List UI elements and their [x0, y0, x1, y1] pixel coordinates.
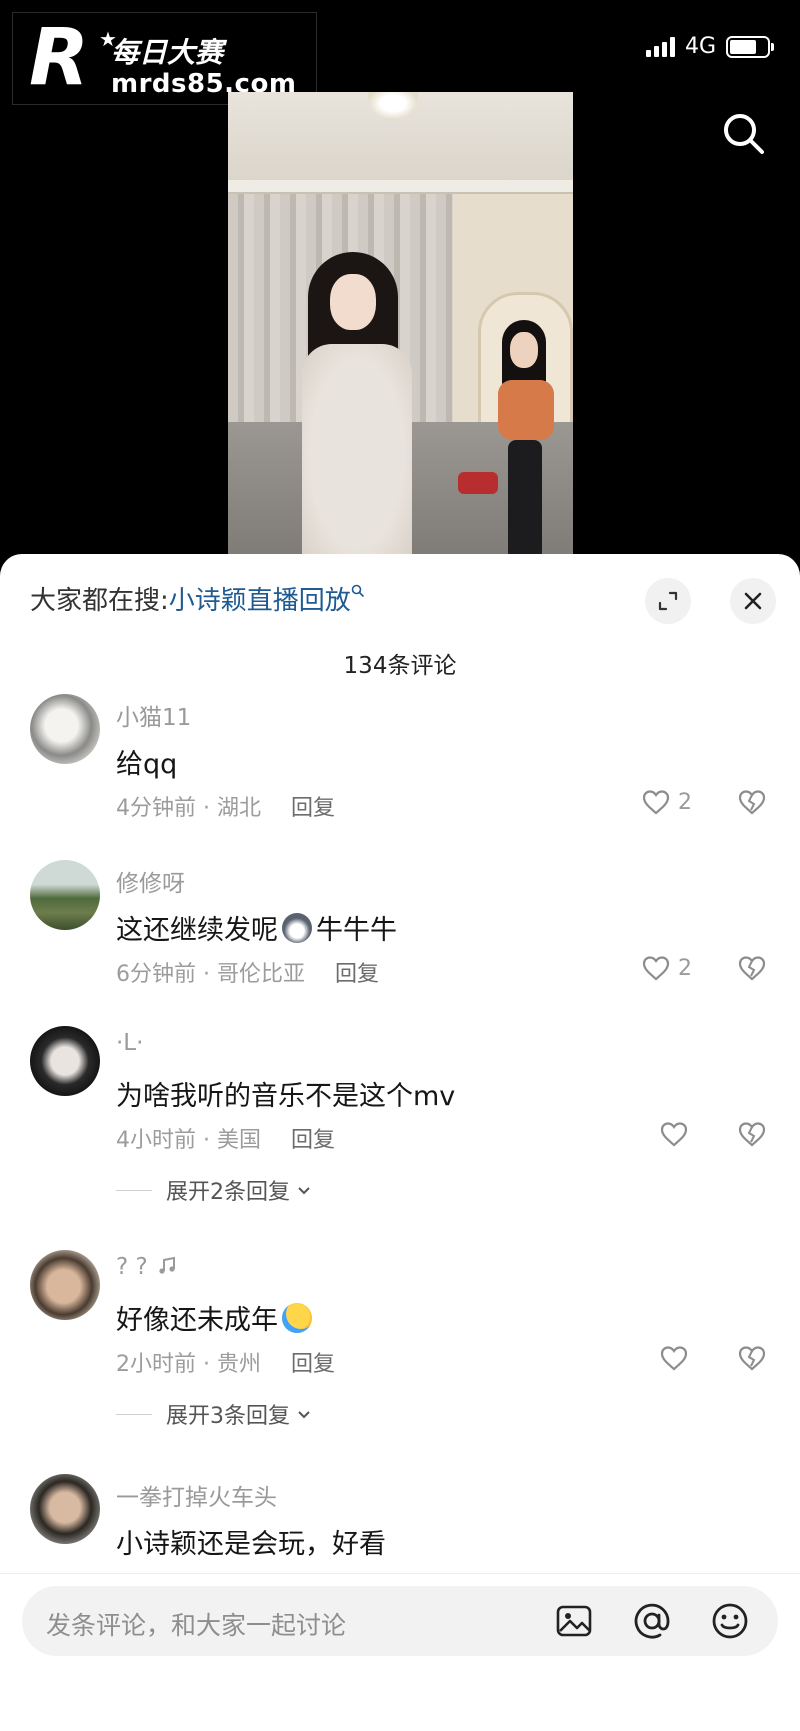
comment-text: 为啥我听的音乐不是这个mv [116, 1081, 456, 1112]
comment-text: 这还继续发呢 牛牛牛 [116, 908, 397, 947]
like-button[interactable] [658, 1342, 690, 1374]
comment-input-placeholder: 发条评论，和大家一起讨论 [46, 1611, 347, 1640]
like-count: 2 [678, 789, 692, 815]
image-icon[interactable] [554, 1601, 594, 1641]
reply-button[interactable]: 回复 [335, 962, 379, 987]
hot-search-keyword[interactable]: 小诗颖直播回放 [169, 586, 351, 616]
dislike-icon[interactable] [736, 952, 768, 984]
comment-username-text: ? ? [116, 1254, 148, 1280]
cat-emoji-icon [282, 913, 312, 943]
hot-search-prefix: 大家都在搜: [30, 586, 169, 616]
expand-replies-label: 展开3条回复 [166, 1404, 290, 1429]
video-thumbnail[interactable] [228, 92, 573, 560]
crying-emoji-icon [282, 1303, 312, 1333]
comment-meta: 6分钟前 · 哥伦比亚 回复 [116, 956, 379, 988]
comment-sheet: 大家都在搜:小诗颖直播回放 134条评论 小猫11 给qq 4分钟前 · 湖北回… [0, 554, 800, 1731]
comment-meta: 2小时前 · 贵州 回复 [116, 1346, 335, 1378]
close-button[interactable] [730, 578, 776, 624]
comment-input-bar: 发条评论，和大家一起讨论 [0, 1573, 800, 1731]
close-icon [744, 592, 762, 610]
signal-icon [645, 36, 675, 57]
search-icon[interactable] [720, 110, 768, 158]
chevron-down-icon [298, 1411, 310, 1419]
comment-username[interactable]: 一拳打掉火车头 [116, 1478, 277, 1512]
comment-username[interactable]: 修修呀 [116, 864, 185, 898]
comment-time-location: 4小时前 · 美国 [116, 1128, 261, 1153]
expand-button[interactable] [645, 578, 691, 624]
reply-button[interactable]: 回复 [291, 1352, 335, 1377]
like-button[interactable]: 2 [640, 786, 692, 818]
dislike-icon[interactable] [736, 1342, 768, 1374]
comment-text-part: 这还继续发呢 [116, 915, 278, 946]
like-count: 2 [678, 955, 692, 981]
avatar[interactable] [30, 694, 100, 764]
expand-replies-label: 展开2条回复 [166, 1180, 290, 1205]
comment-text-part: 牛牛牛 [316, 915, 397, 946]
dislike-icon[interactable] [736, 786, 768, 818]
comment-count: 134条评论 [343, 653, 457, 679]
comment-text: 小诗颖还是会玩，好看 [116, 1529, 386, 1560]
comment-text: 给qq [116, 749, 178, 780]
reply-button[interactable]: 回复 [291, 796, 335, 821]
emoji-icon[interactable] [710, 1601, 750, 1641]
heart-icon [660, 1346, 688, 1371]
comment-text: 好像还未成年 [116, 1298, 316, 1337]
video-area: R ★ 每日大赛 mrds85.com 4G [0, 0, 800, 560]
avatar[interactable] [30, 860, 100, 930]
like-button[interactable] [658, 1118, 690, 1150]
avatar[interactable] [30, 1250, 100, 1320]
expand-replies-button[interactable]: 展开3条回复 [116, 1398, 312, 1430]
comment-username[interactable]: ? ? [116, 1254, 178, 1280]
music-note-icon [159, 1256, 175, 1274]
comment-meta: 4小时前 · 美国 回复 [116, 1122, 335, 1154]
search-icon [351, 584, 364, 598]
watermark-title: 每日大赛 [111, 36, 224, 69]
like-button[interactable]: 2 [640, 952, 692, 984]
comment-input[interactable]: 发条评论，和大家一起讨论 [22, 1586, 778, 1656]
network-type: 4G [684, 34, 716, 59]
watermark-logo: R [29, 13, 89, 103]
comment-text-part: 好像还未成年 [116, 1305, 278, 1336]
battery-icon [726, 35, 774, 58]
expand-icon [658, 591, 678, 611]
avatar[interactable] [30, 1026, 100, 1096]
avatar[interactable] [30, 1474, 100, 1544]
heart-icon [642, 790, 670, 815]
reply-button[interactable]: 回复 [291, 1128, 335, 1153]
status-bar: 4G [645, 34, 774, 59]
comment-username[interactable]: 小猫11 [116, 698, 191, 732]
expand-replies-button[interactable]: 展开2条回复 [116, 1174, 312, 1206]
comment-time-location: 6分钟前 · 哥伦比亚 [116, 962, 305, 987]
dislike-icon[interactable] [736, 1118, 768, 1150]
chevron-down-icon [298, 1187, 310, 1195]
hot-search[interactable]: 大家都在搜:小诗颖直播回放 [30, 580, 365, 617]
comment-meta: 4分钟前 · 湖北 回复 [116, 790, 335, 822]
comment-time-location: 4分钟前 · 湖北 [116, 796, 261, 821]
comment-time-location: 2小时前 · 贵州 [116, 1352, 261, 1377]
heart-icon [660, 1122, 688, 1147]
heart-icon [642, 956, 670, 981]
at-icon[interactable] [632, 1601, 672, 1641]
comment-username[interactable]: ·L· [116, 1030, 143, 1056]
